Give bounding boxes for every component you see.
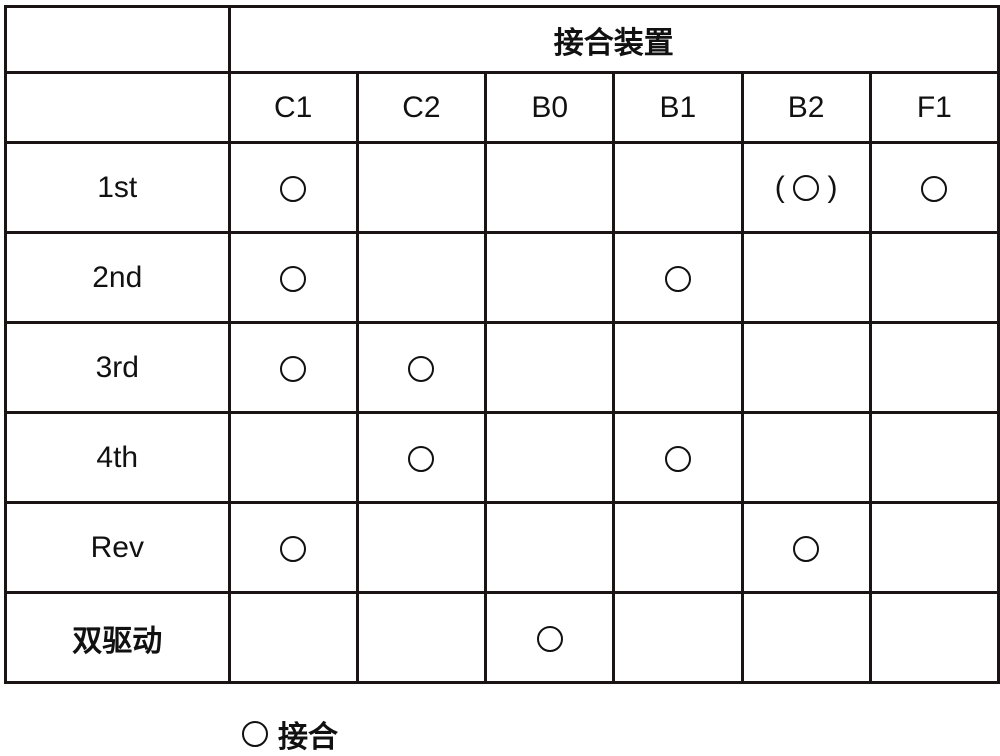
table-cell [612, 591, 744, 684]
table-cell [484, 231, 616, 324]
legend-label: 接合 [278, 721, 338, 754]
table-cell [227, 321, 359, 414]
table-cell [227, 231, 359, 324]
row-label: 双驱动 [4, 591, 231, 684]
table-cell [740, 411, 872, 504]
table-row: Rev [4, 501, 1000, 594]
circle-mark-icon [793, 175, 820, 202]
circle-mark-icon [793, 535, 820, 562]
circle-mark-icon [242, 721, 268, 747]
table-body: 1st ( ) 2nd 3rd 4th Rev 双驱动 [4, 141, 1000, 684]
table-cell [740, 591, 872, 684]
table-cell [227, 411, 359, 504]
table-cell: ( ) [740, 141, 872, 234]
row-label: 3rd [4, 321, 231, 414]
corner-cell [4, 71, 231, 144]
table-row: 1st ( ) [4, 141, 1000, 234]
table-cell [484, 591, 616, 684]
column-header-row: C1 C2 B0 B1 B2 F1 [4, 71, 1000, 144]
table-cell [227, 141, 359, 234]
circle-mark-icon [280, 535, 307, 562]
engagement-table: 接合装置 C1 C2 B0 B1 B2 F1 1st ( ) 2nd 3rd 4th Re… [4, 5, 1000, 684]
table-row: 双驱动 [4, 591, 1000, 684]
group-header: 接合装置 [227, 5, 1000, 74]
table-cell [868, 321, 1000, 414]
close-paren: ) [819, 171, 838, 205]
table-cell [355, 321, 488, 414]
table-cell [612, 231, 744, 324]
row-label: 1st [4, 141, 231, 234]
circle-mark-icon [408, 355, 435, 382]
column-header: B0 [484, 71, 616, 144]
table-cell [355, 501, 488, 594]
table-cell [868, 411, 1000, 504]
circle-mark-icon [280, 265, 307, 292]
row-label: Rev [4, 501, 231, 594]
table-cell [227, 591, 359, 684]
table-cell [612, 411, 744, 504]
table-cell [612, 141, 744, 234]
table-cell [355, 141, 488, 234]
table-cell [355, 591, 488, 684]
table-cell [740, 231, 872, 324]
table-cell [868, 591, 1000, 684]
table-cell [868, 501, 1000, 594]
table-cell [740, 501, 872, 594]
circle-mark-icon [664, 445, 691, 472]
column-header: C1 [227, 71, 359, 144]
circle-mark-icon [408, 445, 435, 472]
table-cell [355, 411, 488, 504]
table-row: 2nd [4, 231, 1000, 324]
corner-cell [4, 5, 231, 74]
table-cell [484, 411, 616, 504]
column-header: F1 [868, 71, 1000, 144]
table-cell [612, 321, 744, 414]
circle-mark-icon [280, 175, 307, 202]
table-cell [484, 501, 616, 594]
table-cell [484, 141, 616, 234]
circle-mark-icon [280, 355, 307, 382]
circle-mark-icon [664, 265, 691, 292]
open-paren: ( [774, 171, 794, 205]
table-cell [484, 321, 616, 414]
table-cell [227, 501, 359, 594]
circle-mark-icon [536, 625, 563, 652]
table-cell [612, 501, 744, 594]
column-header: B2 [740, 71, 872, 144]
column-header: B1 [612, 71, 744, 144]
legend: 接合 [242, 712, 338, 756]
circle-mark-icon [921, 175, 948, 202]
row-label: 2nd [4, 231, 231, 324]
table-row: 4th [4, 411, 1000, 504]
table-cell [868, 141, 1000, 234]
column-header: C2 [355, 71, 488, 144]
row-label: 4th [4, 411, 231, 504]
table-cell [868, 231, 1000, 324]
table-cell [740, 321, 872, 414]
table-row: 3rd [4, 321, 1000, 414]
table-cell [355, 231, 488, 324]
group-header-row: 接合装置 [4, 5, 1000, 74]
